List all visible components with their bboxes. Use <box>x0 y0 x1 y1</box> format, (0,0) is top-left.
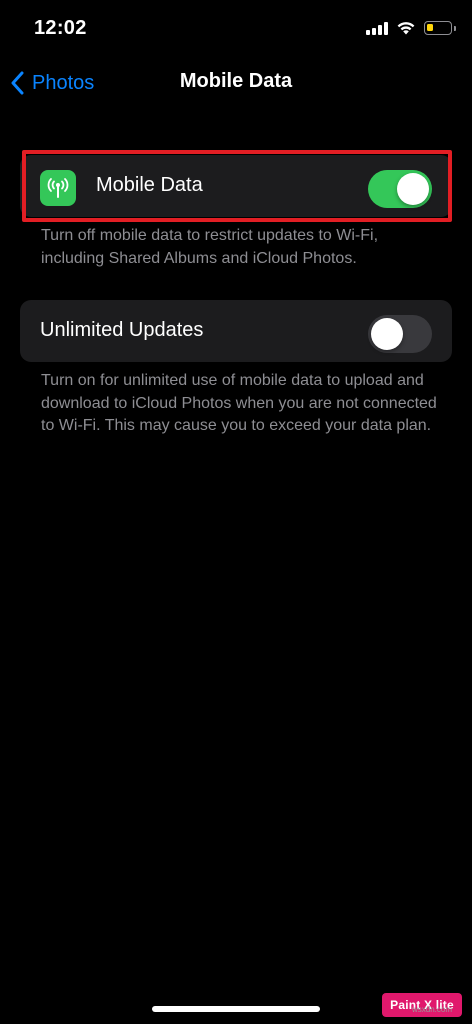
status-time: 12:02 <box>34 17 87 39</box>
home-indicator[interactable] <box>152 1006 320 1012</box>
unlimited-updates-footer: Turn on for unlimited use of mobile data… <box>41 372 437 434</box>
watermark-sub: wsxdn.com <box>412 1005 453 1014</box>
status-bar: 12:02 <box>0 0 472 56</box>
antenna-icon <box>40 170 76 206</box>
mobile-data-label: Mobile Data <box>96 174 203 196</box>
wifi-icon <box>397 21 415 34</box>
toggle-knob <box>371 318 403 350</box>
toggle-knob <box>397 173 429 205</box>
unlimited-updates-toggle[interactable] <box>368 315 432 353</box>
battery-level <box>427 24 433 31</box>
antenna-glyph <box>47 178 69 198</box>
mobile-data-row: Mobile Data <box>20 155 452 217</box>
mobile-data-toggle[interactable] <box>368 170 432 208</box>
battery-icon <box>424 21 456 35</box>
page-title: Mobile Data <box>179 70 293 92</box>
mobile-data-footer: Turn off mobile data to restrict updates… <box>41 227 379 267</box>
status-icons <box>366 18 456 38</box>
cellular-signal-icon <box>366 21 388 35</box>
unlimited-updates-label: Unlimited Updates <box>40 319 204 341</box>
unlimited-updates-row: Unlimited Updates <box>20 300 452 362</box>
